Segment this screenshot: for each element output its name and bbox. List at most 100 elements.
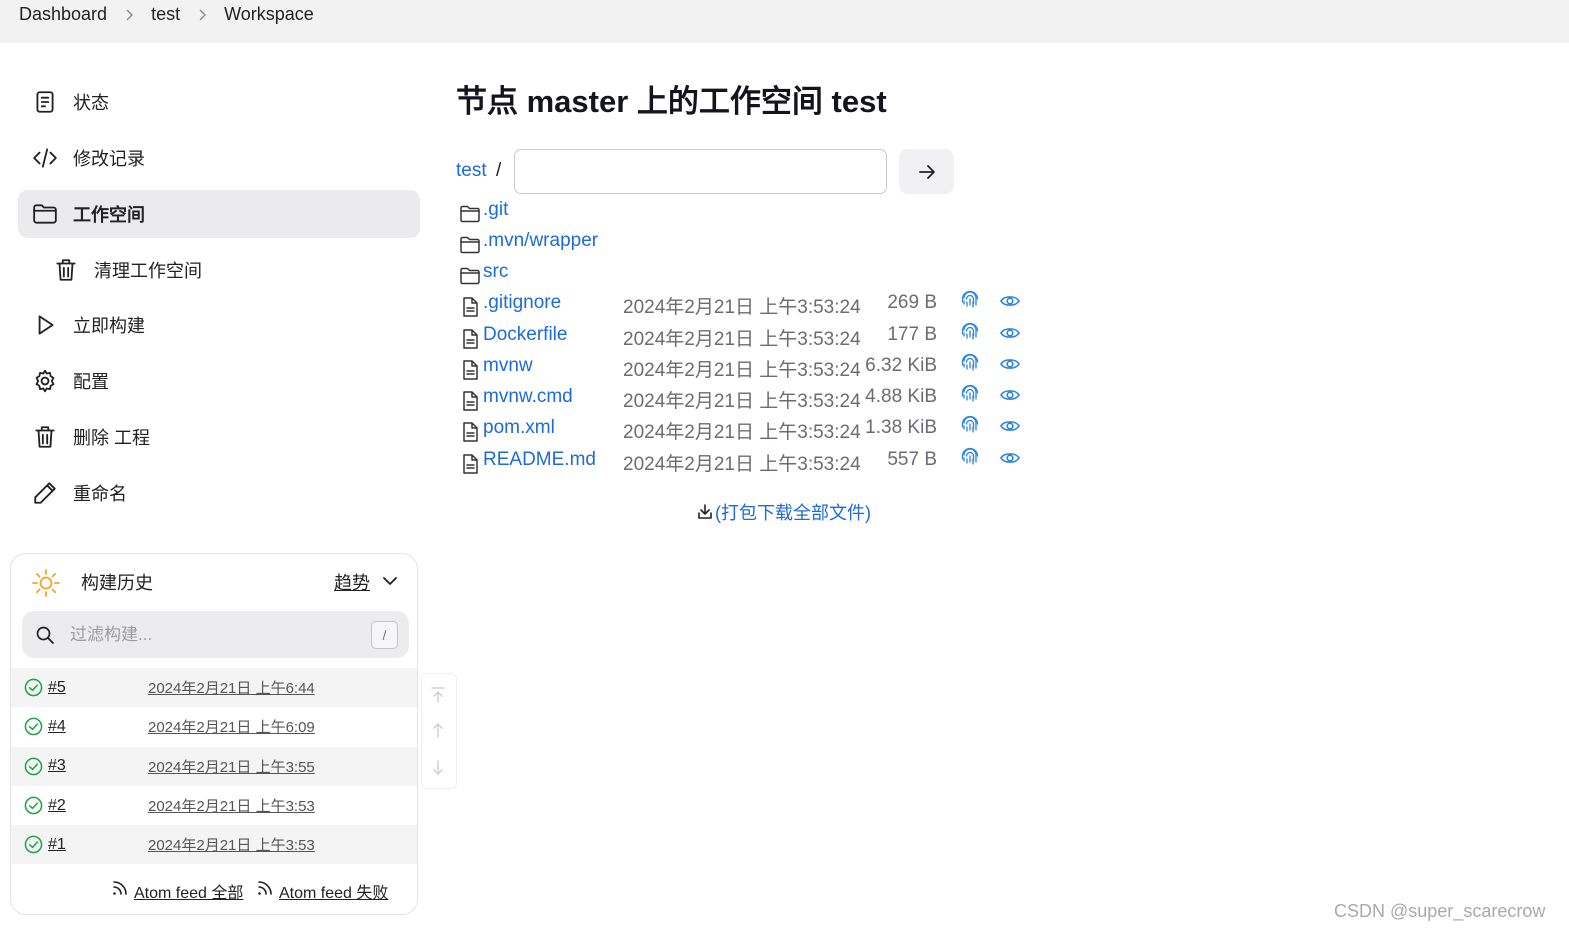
eye-icon[interactable] bbox=[999, 353, 1021, 375]
path-input[interactable] bbox=[514, 149, 887, 194]
file-icon bbox=[459, 390, 481, 412]
build-filter-input[interactable] bbox=[68, 619, 362, 651]
fingerprint-icon[interactable] bbox=[959, 353, 981, 375]
file-size: 4.88 KiB bbox=[865, 386, 937, 407]
folder-icon bbox=[31, 200, 59, 228]
build-number-link[interactable]: #2 bbox=[48, 797, 66, 815]
code-icon bbox=[31, 144, 59, 172]
file-link[interactable]: mvnw.cmd bbox=[483, 386, 573, 408]
build-number-link[interactable]: #1 bbox=[48, 836, 66, 854]
build-number-link[interactable]: #3 bbox=[48, 757, 66, 775]
sidebar-item-label: 清理工作空间 bbox=[94, 261, 202, 281]
sun-icon bbox=[32, 569, 60, 597]
gear-icon bbox=[31, 367, 59, 395]
rss-icon bbox=[258, 881, 272, 895]
sidebar-item-label: 工作空间 bbox=[73, 205, 145, 225]
sidebar-item-build-now[interactable]: 立即构建 bbox=[18, 301, 420, 349]
fingerprint-icon[interactable] bbox=[959, 290, 981, 312]
atom-feed-failed-link[interactable]: Atom feed 失败 bbox=[279, 879, 388, 903]
sidebar-item-label: 删除 工程 bbox=[73, 428, 151, 448]
breadcrumb-workspace[interactable]: Workspace bbox=[224, 0, 314, 29]
file-link[interactable]: mvnw bbox=[483, 355, 533, 377]
file-date: 2024年2月21日 上午3:53:24 bbox=[623, 391, 861, 412]
eye-icon[interactable] bbox=[999, 415, 1021, 437]
file-date: 2024年2月21日 上午3:53:24 bbox=[623, 454, 861, 475]
sidebar-item-changes[interactable]: 修改记录 bbox=[18, 134, 420, 182]
go-button[interactable] bbox=[899, 149, 954, 194]
pencil-icon bbox=[31, 479, 59, 507]
sidebar-item-wipe-workspace[interactable]: 清理工作空间 bbox=[18, 246, 420, 294]
document-icon bbox=[31, 88, 59, 116]
path-root-link[interactable]: test bbox=[456, 160, 487, 182]
eye-icon[interactable] bbox=[999, 322, 1021, 344]
file-date: 2024年2月21日 上午3:53:24 bbox=[623, 360, 861, 381]
sidebar-item-label: 重命名 bbox=[73, 484, 127, 504]
breadcrumb-test[interactable]: test bbox=[151, 0, 180, 29]
file-row: .gitignore 2024年2月21日 上午3:53:24 269 B bbox=[459, 290, 1059, 321]
fingerprint-icon[interactable] bbox=[959, 447, 981, 469]
sidebar-item-delete-project[interactable]: 删除 工程 bbox=[18, 413, 420, 461]
fingerprint-icon[interactable] bbox=[959, 322, 981, 344]
sidebar-item-label: 修改记录 bbox=[73, 149, 145, 169]
folder-row: src bbox=[459, 260, 1059, 290]
build-number-link[interactable]: #4 bbox=[48, 718, 66, 736]
scroll-down-icon[interactable] bbox=[429, 759, 447, 777]
build-number-link[interactable]: #5 bbox=[48, 679, 66, 697]
file-icon bbox=[459, 328, 481, 350]
build-date-link[interactable]: 2024年2月21日 上午3:53 bbox=[148, 795, 315, 816]
file-row: pom.xml 2024年2月21日 上午3:53:24 1.38 KiB bbox=[459, 415, 1059, 446]
fingerprint-icon[interactable] bbox=[959, 415, 981, 437]
file-row: mvnw.cmd 2024年2月21日 上午3:53:24 4.88 KiB bbox=[459, 384, 1059, 415]
eye-icon[interactable] bbox=[999, 290, 1021, 312]
download-icon bbox=[698, 504, 712, 519]
build-list: #5 2024年2月21日 上午6:44 #4 2024年2月21日 上午6:0… bbox=[11, 668, 417, 865]
trend-link[interactable]: 趋势 bbox=[334, 569, 370, 595]
sidebar-item-label: 配置 bbox=[73, 372, 109, 392]
folder-row: .git bbox=[459, 198, 1059, 228]
sidebar-item-workspace[interactable]: 工作空间 bbox=[18, 190, 420, 238]
atom-feed-all-link[interactable]: Atom feed 全部 bbox=[134, 879, 243, 903]
trash-icon bbox=[52, 256, 80, 284]
file-icon bbox=[459, 296, 481, 318]
breadcrumb: Dashboard test Workspace bbox=[0, 0, 1569, 43]
scroll-up-icon[interactable] bbox=[429, 721, 447, 739]
folder-link[interactable]: src bbox=[483, 261, 508, 283]
build-date-link[interactable]: 2024年2月21日 上午3:53 bbox=[148, 834, 315, 855]
build-date-link[interactable]: 2024年2月21日 上午6:44 bbox=[148, 677, 315, 698]
file-link[interactable]: pom.xml bbox=[483, 417, 555, 439]
eye-icon[interactable] bbox=[999, 384, 1021, 406]
build-history-header: 构建历史 趋势 bbox=[11, 554, 417, 610]
download-all-label: (打包下载全部文件) bbox=[715, 503, 871, 523]
sidebar-item-label: 立即构建 bbox=[73, 316, 145, 336]
success-check-icon bbox=[24, 678, 43, 697]
chevron-down-icon[interactable] bbox=[381, 572, 399, 590]
folder-link[interactable]: .git bbox=[483, 199, 508, 221]
folder-link[interactable]: .mvn/wrapper bbox=[483, 230, 598, 252]
sidebar-item-rename[interactable]: 重命名 bbox=[18, 469, 420, 517]
keyboard-shortcut-badge: / bbox=[371, 621, 398, 649]
build-row: #5 2024年2月21日 上午6:44 bbox=[11, 668, 417, 708]
file-icon bbox=[459, 359, 481, 381]
history-scroll-controls bbox=[421, 673, 457, 789]
fingerprint-icon[interactable] bbox=[959, 384, 981, 406]
atom-feeds: Atom feed 全部 Atom feed 失败 bbox=[11, 875, 417, 905]
search-icon bbox=[36, 626, 54, 644]
file-row: README.md 2024年2月21日 上午3:53:24 557 B bbox=[459, 447, 1059, 478]
file-link[interactable]: .gitignore bbox=[483, 292, 561, 314]
build-history-title: 构建历史 bbox=[81, 573, 153, 593]
rss-icon bbox=[113, 881, 127, 895]
file-date: 2024年2月21日 上午3:53:24 bbox=[623, 422, 861, 443]
breadcrumb-dashboard[interactable]: Dashboard bbox=[19, 0, 107, 29]
sidebar-item-configure[interactable]: 配置 bbox=[18, 357, 420, 405]
sidebar-item-status[interactable]: 状态 bbox=[18, 78, 420, 126]
build-date-link[interactable]: 2024年2月21日 上午3:55 bbox=[148, 756, 315, 777]
eye-icon[interactable] bbox=[999, 447, 1021, 469]
scroll-top-icon[interactable] bbox=[429, 686, 447, 704]
download-all-link[interactable]: (打包下载全部文件) bbox=[696, 499, 871, 525]
folder-icon bbox=[459, 265, 481, 287]
file-link[interactable]: README.md bbox=[483, 449, 596, 471]
file-link[interactable]: Dockerfile bbox=[483, 324, 567, 346]
play-icon bbox=[31, 311, 59, 339]
build-date-link[interactable]: 2024年2月21日 上午6:09 bbox=[148, 716, 315, 737]
success-check-icon bbox=[24, 757, 43, 775]
